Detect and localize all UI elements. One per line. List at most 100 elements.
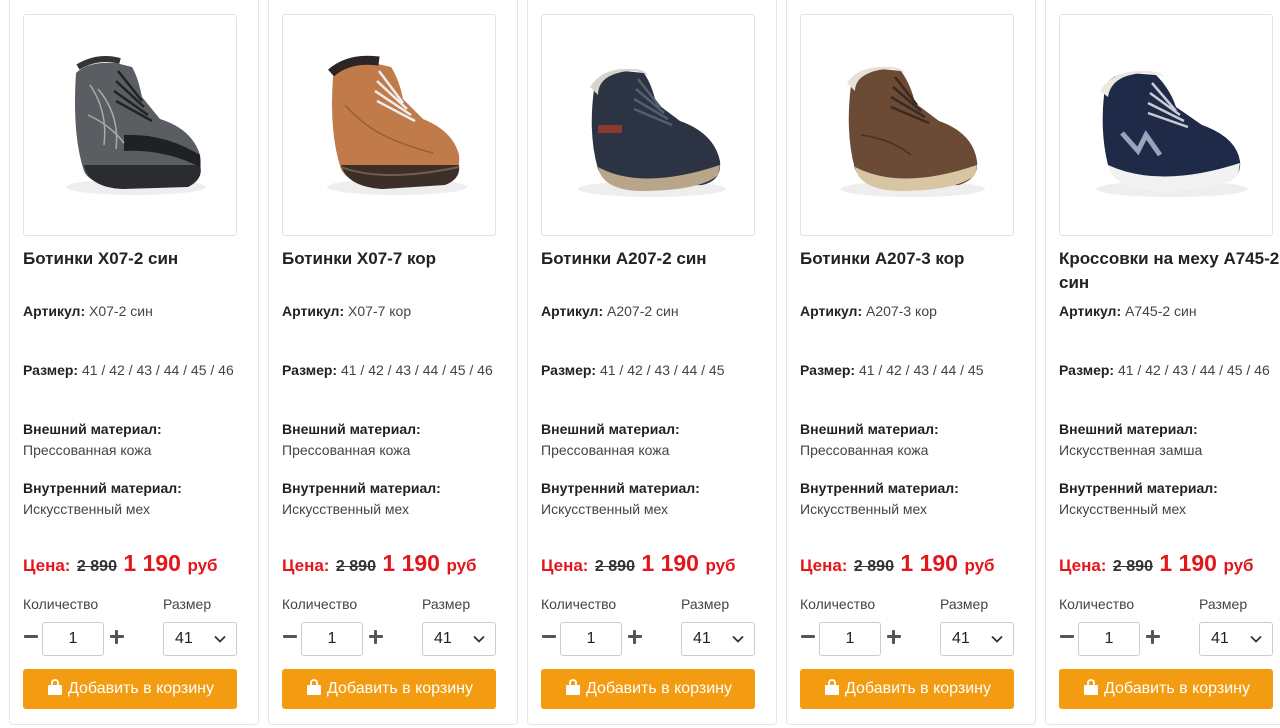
size-select[interactable]: 41: [163, 622, 237, 656]
quantity-input[interactable]: [819, 622, 881, 656]
minus-icon[interactable]: [799, 624, 817, 650]
sizes-row: Размер: 41 / 42 / 43 / 44 / 45: [541, 360, 763, 381]
product-title[interactable]: Ботинки X07-2 син: [23, 247, 245, 271]
new-price: 1 190: [382, 550, 440, 576]
shopping-bag-icon: [1083, 679, 1098, 695]
product-title[interactable]: Кроссовки на меху A745-2 син: [1059, 247, 1280, 295]
currency: руб: [705, 556, 736, 575]
add-to-cart-label: Добавить в корзину: [585, 680, 732, 697]
new-price: 1 190: [900, 550, 958, 576]
sizes-label: Размер:: [1059, 362, 1115, 378]
minus-icon[interactable]: [22, 624, 40, 650]
sizes-row: Размер: 41 / 42 / 43 / 44 / 45 / 46: [282, 360, 504, 381]
quantity-input[interactable]: [560, 622, 622, 656]
plus-icon[interactable]: [108, 624, 126, 650]
boot-image: [327, 55, 467, 195]
product-image[interactable]: [1059, 14, 1273, 236]
boot-image: [578, 68, 726, 197]
size-select[interactable]: 41: [940, 622, 1014, 656]
price-label: Цена:: [1059, 556, 1107, 575]
outer-material-row: Внешний материал: Прессованная кожа: [282, 419, 504, 461]
add-to-cart-label: Добавить в корзину: [1103, 680, 1250, 697]
inner-material-label: Внутренний материал:: [282, 480, 441, 496]
price-label: Цена:: [541, 556, 589, 575]
shopping-bag-icon: [824, 679, 839, 695]
product-image[interactable]: [23, 14, 237, 236]
add-to-cart-label: Добавить в корзину: [326, 680, 473, 697]
plus-icon[interactable]: [885, 624, 903, 650]
outer-material-row: Внешний материал: Прессованная кожа: [23, 419, 245, 461]
add-to-cart-label: Добавить в корзину: [67, 680, 214, 697]
quantity-input[interactable]: [42, 622, 104, 656]
price-row: Цена: 2 890 1 190 руб: [800, 550, 1030, 580]
plus-icon[interactable]: [626, 624, 644, 650]
old-price: 2 890: [76, 558, 117, 575]
plus-icon[interactable]: [367, 624, 385, 650]
article-row: Артикул: A207-2 син: [541, 301, 763, 322]
old-price: 2 890: [1112, 558, 1153, 575]
minus-icon[interactable]: [281, 624, 299, 650]
size-select-value: 41: [952, 630, 970, 647]
outer-material-label: Внешний материал:: [800, 421, 939, 437]
currency: руб: [446, 556, 477, 575]
add-to-cart-button[interactable]: Добавить в корзину: [800, 669, 1014, 709]
currency: руб: [187, 556, 218, 575]
currency: руб: [1223, 556, 1254, 575]
size-select-value: 41: [693, 630, 711, 647]
outer-material-label: Внешний материал:: [282, 421, 421, 437]
plus-icon[interactable]: [1144, 624, 1162, 650]
quantity-label: Количество: [23, 596, 99, 612]
shopping-bag-icon: [565, 679, 580, 695]
boot-image: [66, 56, 206, 195]
article-row: Артикул: X07-7 кор: [282, 301, 504, 322]
inner-material-label: Внутренний материал:: [23, 480, 182, 496]
minus-icon[interactable]: [1058, 624, 1076, 650]
minus-icon[interactable]: [540, 624, 558, 650]
size-select[interactable]: 41: [422, 622, 496, 656]
size-select-label: Размер: [1199, 596, 1248, 612]
product-title[interactable]: Ботинки X07-7 кор: [282, 247, 504, 271]
sizes-row: Размер: 41 / 42 / 43 / 44 / 45 / 46: [23, 360, 245, 381]
inner-material-row: Внутренний материал: Искусственный мех: [541, 478, 763, 520]
outer-material-label: Внешний материал:: [541, 421, 680, 437]
inner-material-row: Внутренний материал: Искусственный мех: [23, 478, 245, 520]
product-grid: Ботинки X07-2 син Артикул: X07-2 син Раз…: [0, 0, 1280, 728]
inner-material-value: Искусственный мех: [541, 501, 669, 517]
outer-material-value: Искусственная замша: [1059, 442, 1203, 458]
article-row: Артикул: X07-2 син: [23, 301, 245, 322]
article-label: Артикул:: [541, 303, 604, 319]
outer-material-label: Внешний материал:: [23, 421, 162, 437]
sizes-value: 41 / 42 / 43 / 44 / 45 / 46: [340, 362, 493, 378]
inner-material-label: Внутренний материал:: [800, 480, 959, 496]
add-to-cart-button[interactable]: Добавить в корзину: [541, 669, 755, 709]
shopping-bag-icon: [47, 679, 62, 695]
inner-material-value: Искусственный мех: [23, 501, 151, 517]
add-to-cart-button[interactable]: Добавить в корзину: [1059, 669, 1273, 709]
product-image[interactable]: [541, 14, 755, 236]
product-card: Ботинки A207-3 кор Артикул: A207-3 кор Р…: [786, 0, 1036, 725]
product-title[interactable]: Ботинки A207-2 син: [541, 247, 763, 271]
sizes-label: Размер:: [23, 362, 79, 378]
size-select[interactable]: 41: [1199, 622, 1273, 656]
add-to-cart-button[interactable]: Добавить в корзину: [23, 669, 237, 709]
inner-material-row: Внутренний материал: Искусственный мех: [282, 478, 504, 520]
old-price: 2 890: [335, 558, 376, 575]
chevron-down-icon: [214, 635, 226, 643]
product-image[interactable]: [282, 14, 496, 236]
inner-material-value: Искусственный мех: [282, 501, 410, 517]
inner-material-value: Искусственный мех: [1059, 501, 1187, 517]
inner-material-row: Внутренний материал: Искусственный мех: [1059, 478, 1280, 520]
size-select-label: Размер: [681, 596, 730, 612]
quantity-input[interactable]: [1078, 622, 1140, 656]
size-select-label: Размер: [163, 596, 212, 612]
size-select[interactable]: 41: [681, 622, 755, 656]
article-label: Артикул:: [282, 303, 345, 319]
add-to-cart-button[interactable]: Добавить в корзину: [282, 669, 496, 709]
quantity-input[interactable]: [301, 622, 363, 656]
product-card: Ботинки A207-2 син Артикул: A207-2 син Р…: [527, 0, 777, 725]
product-title[interactable]: Ботинки A207-3 кор: [800, 247, 1022, 271]
inner-material-label: Внутренний материал:: [1059, 480, 1218, 496]
product-image[interactable]: [800, 14, 1014, 236]
article-row: Артикул: A207-3 кор: [800, 301, 1022, 322]
outer-material-row: Внешний материал: Прессованная кожа: [800, 419, 1022, 461]
